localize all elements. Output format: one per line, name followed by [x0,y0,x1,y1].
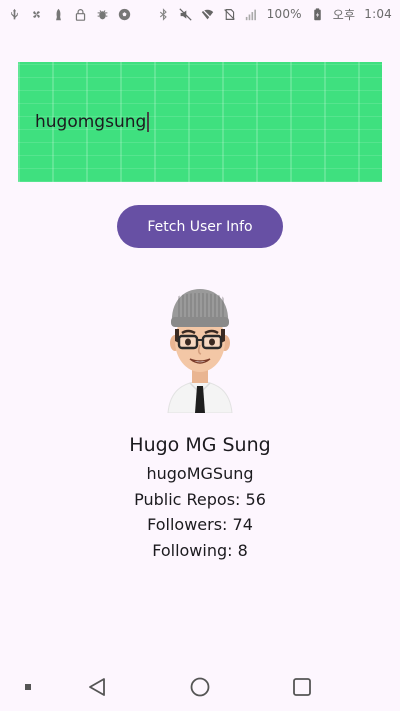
soccer-ball-icon [118,8,131,21]
following-count: Following: 8 [152,541,248,560]
status-ampm: 오후 [332,7,356,22]
overview-icon[interactable] [291,676,313,698]
navigation-bar [0,664,400,711]
home-icon[interactable] [189,676,211,698]
pinwheel-icon [30,8,43,21]
status-bar-left [8,8,131,21]
public-repos-count: Public Repos: 56 [134,490,266,509]
usb-icon [8,8,21,21]
no-sim-icon [223,8,236,21]
signal-icon [245,8,258,21]
user-avatar-icon [150,283,250,414]
text-caret [147,112,150,132]
wifi-icon [201,7,214,21]
username-input-text-wrap: hugomgsung [35,112,150,132]
status-time: 1:04 [364,7,392,21]
user-name: Hugo MG Sung [129,434,271,456]
battery-percent: 100% [266,7,302,21]
bug-icon [96,8,109,21]
rocket-icon [52,8,65,21]
bluetooth-icon [157,7,170,21]
status-bar-right: 100% 오후 1:04 [157,6,392,23]
battery-charging-icon [311,7,324,21]
username-input[interactable]: hugomgsung [18,62,382,182]
lock-icon [74,8,87,21]
status-bar: 100% 오후 1:04 [0,0,400,28]
username-input-value: hugomgsung [35,112,147,132]
mute-icon [179,7,192,21]
fetch-user-info-button-label: Fetch User Info [147,218,253,235]
followers-count: Followers: 74 [147,515,253,534]
recent-apps-dot-icon[interactable] [17,676,39,698]
user-login: hugoMGSung [146,464,254,483]
back-icon[interactable] [86,676,108,698]
fetch-user-info-button[interactable]: Fetch User Info [117,205,283,248]
